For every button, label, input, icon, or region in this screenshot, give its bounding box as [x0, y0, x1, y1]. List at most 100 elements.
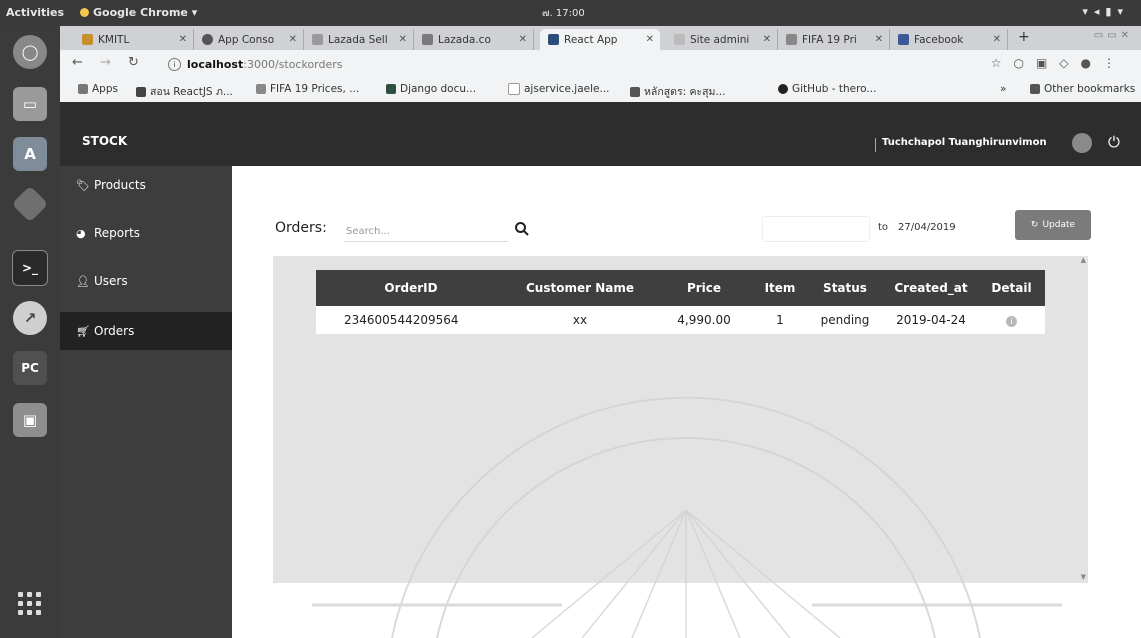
dock-compass[interactable]: ↗	[8, 298, 52, 338]
column-header-price[interactable]: Price	[654, 270, 754, 306]
search-icon[interactable]	[514, 221, 530, 237]
tab-lazada-seller[interactable]: Lazada Sell ✕	[304, 29, 414, 50]
back-arrow-icon[interactable]: ←	[72, 55, 83, 70]
search-input[interactable]	[344, 221, 508, 242]
close-icon[interactable]: ✕	[646, 34, 654, 45]
bookmark-fifa[interactable]: FIFA 19 Prices, ...	[256, 83, 359, 95]
dock-folder[interactable]: ▣	[8, 400, 52, 440]
close-icon[interactable]: ✕	[289, 34, 297, 45]
site-info-icon[interactable]: i	[168, 57, 181, 71]
cell-price: 4,990.00	[654, 306, 754, 334]
column-header-customer[interactable]: Customer Name	[506, 270, 654, 306]
system-tray[interactable]: ▾◂▮▾	[1082, 5, 1129, 18]
column-header-status[interactable]: Status	[806, 270, 884, 306]
more-bookmarks-button[interactable]: »	[1000, 83, 1006, 95]
scroll-down-arrow-icon[interactable]: ▼	[1081, 573, 1086, 581]
url-path: :3000/stockorders	[243, 57, 343, 71]
orders-table-panel[interactable]: ▲ OrderID Customer Name Price Item Statu…	[273, 256, 1088, 583]
column-header-item[interactable]: Item	[754, 270, 806, 306]
column-header-orderid[interactable]: OrderID	[316, 270, 506, 306]
close-icon[interactable]: ✕	[993, 34, 1001, 45]
extension-icon[interactable]: ▣	[1036, 56, 1059, 70]
date-from-field[interactable]	[762, 216, 870, 242]
tab-react-app[interactable]: React App ✕	[540, 29, 660, 50]
system-clock[interactable]: ๗. 17:00	[542, 6, 585, 21]
close-icon[interactable]: ✕	[519, 34, 527, 45]
bookmark-reactjs[interactable]: สอน ReactJS ภ...	[136, 83, 233, 100]
bookmark-favicon-icon	[630, 86, 640, 97]
window-controls[interactable]: ▭▭✕	[1094, 30, 1133, 41]
close-icon[interactable]: ✕	[399, 34, 407, 45]
sidebar: 🏷︎ Products ◕ Reports 👤︎ Users 🛒︎ Orders	[60, 166, 232, 638]
app-brand[interactable]: STOCK	[82, 134, 127, 148]
menu-icon[interactable]: ⋮	[1103, 56, 1127, 70]
bookmark-label: ajservice.jaele...	[524, 83, 610, 95]
bookmark-github[interactable]: GitHub - thero...	[778, 83, 876, 95]
reload-icon[interactable]: ↻	[128, 55, 139, 70]
table-row[interactable]: 234600544209564 xx 4,990.00 1 pending 20…	[316, 306, 1045, 334]
tab-fifa[interactable]: FIFA 19 Pri ✕	[778, 29, 890, 50]
scroll-up-arrow-icon[interactable]: ▲	[1081, 256, 1086, 264]
bookmarks-bar: Apps สอน ReactJS ภ... FIFA 19 Prices, ..…	[60, 78, 1141, 103]
volume-icon: ◂	[1093, 5, 1106, 18]
column-header-created-at[interactable]: Created_at	[884, 270, 978, 306]
avatar[interactable]	[1072, 133, 1092, 153]
bookmark-star-icon[interactable]: ☆	[991, 56, 1014, 70]
activities-button[interactable]: Activities	[6, 6, 64, 19]
forward-arrow-icon[interactable]: →	[100, 55, 111, 70]
tab-site-admin[interactable]: Site admini ✕	[666, 29, 778, 50]
tab-kmitl[interactable]: KMITL ✕	[74, 29, 194, 50]
tab-favicon-icon	[422, 34, 433, 45]
bookmark-favicon-icon	[386, 84, 396, 94]
new-tab-button[interactable]: +	[1018, 29, 1030, 45]
dock-pycharm[interactable]: PC	[8, 348, 52, 388]
dock-files[interactable]: ▭	[8, 84, 52, 124]
tab-favicon-icon	[548, 34, 559, 45]
bookmark-course[interactable]: หลักสูตร: คะสุม...	[630, 83, 725, 100]
tab-lazada[interactable]: Lazada.co ✕	[414, 29, 534, 50]
extension-icons[interactable]: ☆○▣◇●⋮	[991, 56, 1127, 70]
table-header-row: OrderID Customer Name Price Item Status …	[316, 270, 1045, 306]
close-icon[interactable]: ✕	[763, 34, 771, 45]
extension-icon[interactable]: ○	[1013, 56, 1035, 70]
dock-terminal[interactable]: >_	[8, 248, 52, 288]
terminal-icon: >_	[12, 250, 48, 286]
tab-app-console[interactable]: App Conso ✕	[194, 29, 304, 50]
sidebar-item-products[interactable]: 🏷︎ Products	[60, 166, 232, 204]
orders-table: OrderID Customer Name Price Item Status …	[316, 270, 1045, 334]
address-bar: ← → ↻ i localhost:3000/stockorders ☆○▣◇●…	[60, 50, 1141, 78]
close-icon[interactable]: ✕	[179, 34, 187, 45]
wifi-icon: ▾	[1082, 5, 1094, 18]
pycharm-icon: PC	[13, 351, 47, 385]
detail-info-icon[interactable]: i	[1006, 316, 1017, 327]
close-icon[interactable]: ✕	[875, 34, 883, 45]
dock-sublime[interactable]	[8, 184, 52, 224]
show-apps-icon[interactable]	[18, 592, 42, 616]
column-header-detail[interactable]: Detail	[978, 270, 1045, 306]
extension-icon[interactable]: ◇	[1059, 56, 1080, 70]
app-header: STOCK Tuchchapol Tuanghirunvimon ⏻	[60, 102, 1141, 166]
bookmark-favicon-icon	[508, 83, 520, 95]
compass-icon: ↗	[13, 301, 47, 335]
sidebar-item-label: Reports	[94, 226, 141, 240]
logout-power-icon[interactable]: ⏻	[1108, 133, 1120, 151]
sidebar-item-users[interactable]: 👤︎ Users	[60, 262, 232, 300]
app-menu[interactable]: Google Chrome ▾	[80, 6, 197, 19]
bookmark-ajservice[interactable]: ajservice.jaele...	[508, 83, 610, 95]
tab-strip: KMITL ✕ App Conso ✕ Lazada Sell ✕ Lazada.co…	[60, 26, 1141, 50]
app-menu-label: Google Chrome ▾	[93, 6, 198, 19]
tab-facebook[interactable]: Facebook ✕	[890, 29, 1008, 50]
sidebar-item-label: Users	[94, 274, 128, 288]
profile-icon[interactable]: ●	[1081, 56, 1103, 70]
date-to-field[interactable]: 27/04/2019	[898, 222, 956, 233]
sidebar-item-orders[interactable]: 🛒︎ Orders	[60, 312, 232, 350]
bookmark-django[interactable]: Django docu...	[386, 83, 476, 95]
sidebar-item-reports[interactable]: ◕ Reports	[60, 214, 232, 252]
url-field[interactable]: i localhost:3000/stockorders	[168, 53, 968, 75]
header-divider	[875, 138, 876, 152]
dock-chrome[interactable]: ◯	[8, 32, 52, 72]
other-bookmarks[interactable]: Other bookmarks	[1030, 83, 1135, 95]
dock-software[interactable]: A	[8, 134, 52, 174]
bookmark-apps[interactable]: Apps	[78, 83, 118, 95]
update-button[interactable]: ↻ Update	[1015, 210, 1091, 240]
